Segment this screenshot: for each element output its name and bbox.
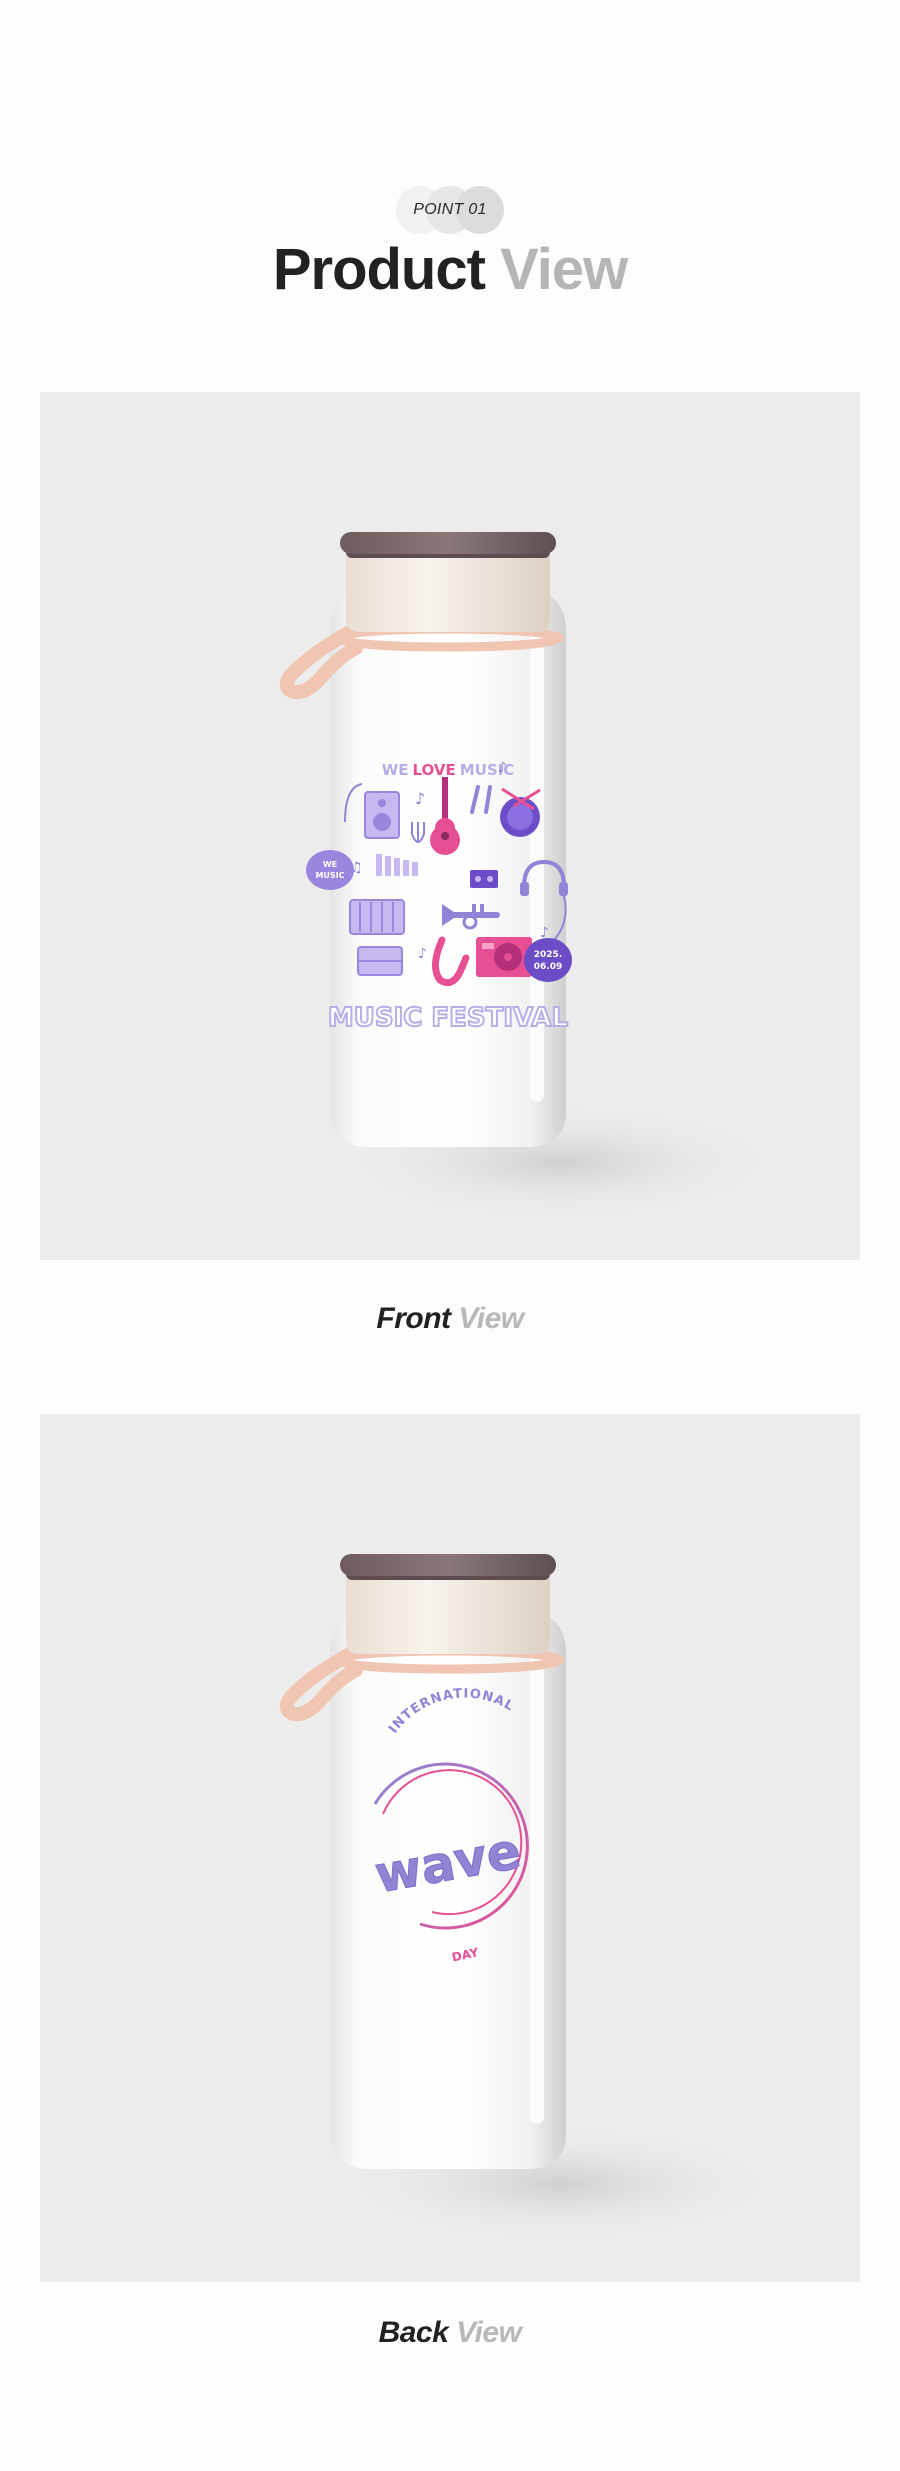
front-caption-main: Front [376,1302,451,1335]
accordion-icon [349,899,405,935]
print-top-text: WE LOVE MUSIC [382,761,515,779]
bottle-highlight [530,1644,544,2124]
cassette-icon [470,870,498,888]
bottle-lid [340,532,556,554]
bottle-collar [346,1574,550,1654]
point-label: POINT 01 [413,201,487,218]
page-title-accent: View [500,237,628,302]
bottle-collar [346,552,550,632]
music-note-icon: ♪ [498,760,507,776]
music-note-icon: ♪ [418,946,427,962]
music-note-icon: ♪ [415,789,425,808]
back-caption-main: Back [378,2316,449,2349]
date-badge: 2025. 06.09 [524,938,572,982]
speech-bubble-left: WE MUSIC [306,850,354,890]
bottle-lid [340,1554,556,1576]
back-bottle-illustration: INTERNATIONAL wave DAY [279,1554,790,2244]
turntable-icon [476,937,532,977]
svg-text:WE: WE [323,860,337,869]
back-caption-accent: View [456,2316,522,2349]
front-caption-accent: View [458,1302,524,1335]
svg-text:06.09: 06.09 [534,962,562,972]
back-view-caption: Back View [0,2316,900,2350]
front-bottle-illustration: WE LOVE MUSIC ♪ ♪ ♫ WE MUSIC ♪ ♪ 2025. 0… [279,532,790,1222]
front-view-caption: Front View [0,1302,900,1336]
back-view-image: INTERNATIONAL wave DAY [40,1414,860,2282]
front-view-image: WE LOVE MUSIC ♪ ♪ ♫ WE MUSIC ♪ ♪ 2025. 0… [40,392,860,1260]
page-title: Product View [0,236,900,303]
svg-text:MUSIC: MUSIC [315,871,344,880]
print-bottom-text: MUSIC FESTIVAL [328,1003,568,1033]
page-title-main: Product [272,237,486,302]
svg-text:2025.: 2025. [534,950,562,960]
point-badge: POINT 01 [396,186,504,234]
